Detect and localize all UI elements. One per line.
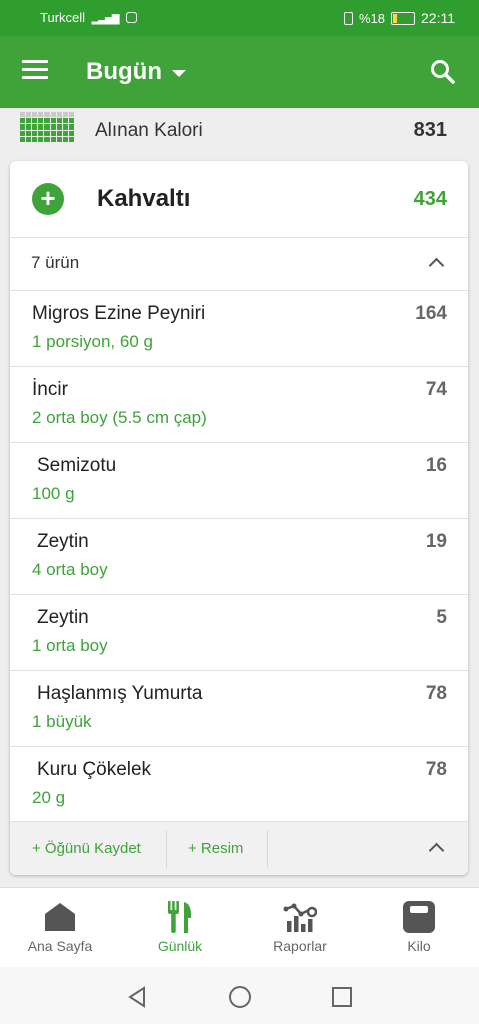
item-count-row[interactable]: 7 ürün [10, 238, 468, 291]
calorie-grid-icon [20, 112, 74, 142]
food-calories: 78 [425, 759, 447, 780]
food-portion: 4 orta boy [32, 560, 108, 579]
food-portion: 1 orta boy [32, 636, 108, 655]
carrier-label: Turkcell [40, 10, 86, 25]
food-calories: 19 [425, 531, 447, 552]
status-bar: Turkcell ▂▃▅▇ %18 22:11 [0, 0, 479, 36]
meal-header: + Kahvaltı 434 [10, 161, 468, 238]
fork-knife-icon [168, 901, 192, 933]
menu-icon[interactable] [22, 60, 48, 82]
meal-footer: + Öğünü Kaydet + Resim [10, 821, 468, 875]
tab-label: Kilo [407, 938, 431, 954]
food-name: Haşlanmış Yumurta [37, 683, 203, 704]
chevron-up-icon[interactable] [428, 842, 445, 859]
tab-label: Raporlar [273, 938, 327, 954]
signal-icon: ▂▃▅▇ [91, 14, 120, 25]
tab-label: Günlük [157, 938, 203, 954]
food-name: Zeytin [37, 607, 89, 628]
food-portion: 1 büyük [32, 712, 92, 731]
food-portion: 20 g [32, 788, 66, 807]
tab-home[interactable]: Ana Sayfa [0, 900, 120, 954]
dropdown-caret-icon [171, 69, 186, 77]
food-list: Migros Ezine Peyniri 1 porsiyon, 60 g 16… [10, 291, 468, 822]
clock: 22:11 [421, 10, 455, 26]
battery-icon [391, 11, 415, 25]
bottom-nav: Ana Sayfa Günlük Raporlar Kilo [0, 887, 479, 968]
home-icon [45, 903, 75, 931]
food-item[interactable]: Migros Ezine Peyniri 1 porsiyon, 60 g 16… [10, 291, 468, 367]
status-left: Turkcell ▂▃▅▇ [40, 10, 138, 25]
food-name: Kuru Çökelek [37, 759, 152, 780]
recents-icon[interactable] [331, 986, 353, 1008]
status-right: %18 22:11 [343, 10, 455, 26]
food-calories: 164 [415, 303, 447, 324]
meal-title: Kahvaltı [97, 185, 191, 212]
food-calories: 16 [425, 455, 447, 476]
food-calories: 74 [425, 379, 447, 400]
food-item[interactable]: Semizotu 100 g 16 [10, 443, 468, 519]
home-button-icon[interactable] [228, 985, 252, 1009]
food-item[interactable]: Kuru Çökelek 20 g 78 [10, 747, 468, 822]
food-portion: 100 g [32, 484, 75, 503]
chevron-up-icon[interactable] [428, 257, 445, 274]
tab-reports[interactable]: Raporlar [240, 900, 360, 954]
page-title: Bugün [86, 58, 162, 85]
divider [166, 830, 167, 868]
system-nav-bar [0, 967, 479, 1024]
date-selector[interactable]: Bugün [86, 58, 186, 86]
food-item[interactable]: Zeytin 4 orta boy 19 [10, 519, 468, 595]
food-name: Zeytin [37, 531, 89, 552]
food-name: Semizotu [37, 455, 117, 476]
meal-calories: 434 [413, 188, 447, 210]
back-icon[interactable] [126, 986, 148, 1008]
food-calories: 78 [425, 683, 447, 704]
app-bar: Bugün [0, 36, 479, 108]
instagram-icon [126, 12, 138, 23]
search-icon[interactable] [429, 58, 457, 86]
battery-percent: %18 [358, 10, 385, 26]
food-name: Migros Ezine Peyniri [32, 303, 206, 324]
item-count: 7 ürün [31, 253, 80, 272]
vibrate-icon [343, 11, 353, 25]
food-item[interactable]: İncir 2 orta boy (5.5 cm çap) 74 [10, 367, 468, 443]
food-item[interactable]: Zeytin 1 orta boy 5 [10, 595, 468, 671]
add-food-button[interactable]: + [32, 183, 64, 215]
food-name: İncir [32, 379, 68, 400]
meal-card: + Kahvaltı 434 7 ürün Migros Ezine Peyni… [10, 161, 468, 875]
tab-weight[interactable]: Kilo [359, 900, 479, 954]
scale-icon [403, 901, 435, 933]
reports-icon [283, 903, 317, 932]
food-item[interactable]: Haşlanmış Yumurta 1 büyük 78 [10, 671, 468, 747]
food-portion: 2 orta boy (5.5 cm çap) [32, 408, 207, 427]
save-meal-button[interactable]: + Öğünü Kaydet [32, 840, 141, 857]
food-portion: 1 porsiyon, 60 g [32, 332, 153, 351]
divider [267, 830, 268, 868]
add-photo-button[interactable]: + Resim [188, 840, 243, 857]
calories-value: 831 [413, 119, 447, 141]
food-calories: 5 [436, 607, 447, 628]
tab-diary[interactable]: Günlük [120, 900, 240, 954]
calories-summary[interactable]: Alınan Kalori 831 [0, 108, 479, 154]
tab-label: Ana Sayfa [27, 938, 93, 954]
calories-label: Alınan Kalori [95, 120, 203, 141]
